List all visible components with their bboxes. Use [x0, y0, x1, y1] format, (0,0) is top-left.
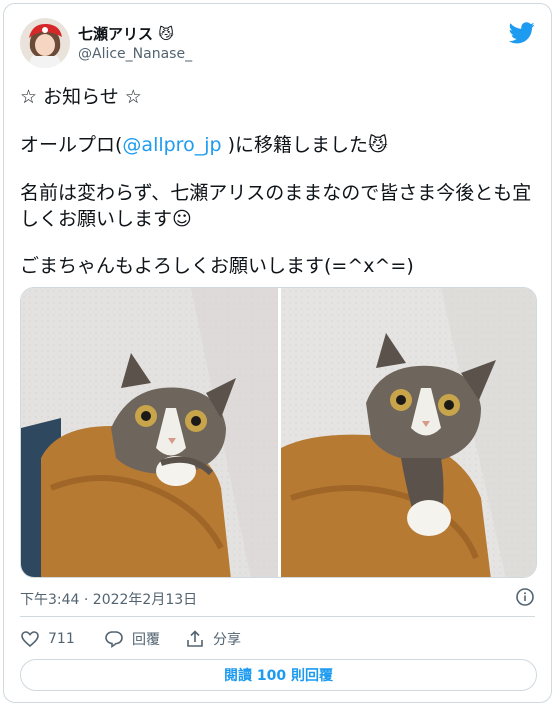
reply-button[interactable]: 回覆 [104, 628, 160, 650]
twitter-bird-icon[interactable] [508, 22, 535, 44]
heart-icon [21, 631, 39, 648]
mention-link[interactable]: @allpro_jp [122, 134, 221, 156]
like-count: 711 [48, 631, 75, 647]
divider [20, 616, 535, 617]
media-grid [20, 287, 537, 578]
read-replies-button[interactable]: 閱讀 100 則回覆 [20, 659, 537, 691]
cat-photo-2[interactable] [281, 288, 536, 577]
tweet-line-name: 名前は変わらず、七瀬アリスのままなので皆さま今後とも宜しくお願いします☺ [20, 182, 532, 230]
like-button[interactable]: 711 [20, 628, 75, 650]
text-segment: オールプロ( [20, 134, 123, 156]
tweet-timestamp[interactable]: 下午3:44 · 2022年2月13日 [20, 589, 197, 609]
info-icon[interactable] [515, 587, 535, 607]
announcement-heading: ☆ お知らせ ☆ [20, 86, 142, 108]
share-label: 分享 [213, 632, 241, 648]
share-button[interactable]: 分享 [185, 628, 241, 650]
cat-photo-1[interactable] [21, 288, 278, 577]
reply-icon [105, 631, 123, 649]
tweet-line-cat: ごまちゃんもよろしくお願いします(=^x^=) [20, 255, 414, 277]
share-icon [187, 630, 203, 647]
text-segment: )に移籍しました😼 [221, 134, 388, 156]
display-name[interactable]: 七瀬アリス 😼 [78, 25, 174, 43]
avatar[interactable] [20, 18, 70, 68]
handle[interactable]: @Alice_Nanase_ [78, 46, 192, 63]
reply-label: 回覆 [132, 632, 160, 648]
tweet-line-transfer: オールプロ(@allpro_jp )に移籍しました😼 [20, 132, 388, 158]
tweet-card[interactable]: 七瀬アリス 😼 @Alice_Nanase_ ☆ お知らせ ☆ オールプロ(@a… [3, 3, 552, 703]
